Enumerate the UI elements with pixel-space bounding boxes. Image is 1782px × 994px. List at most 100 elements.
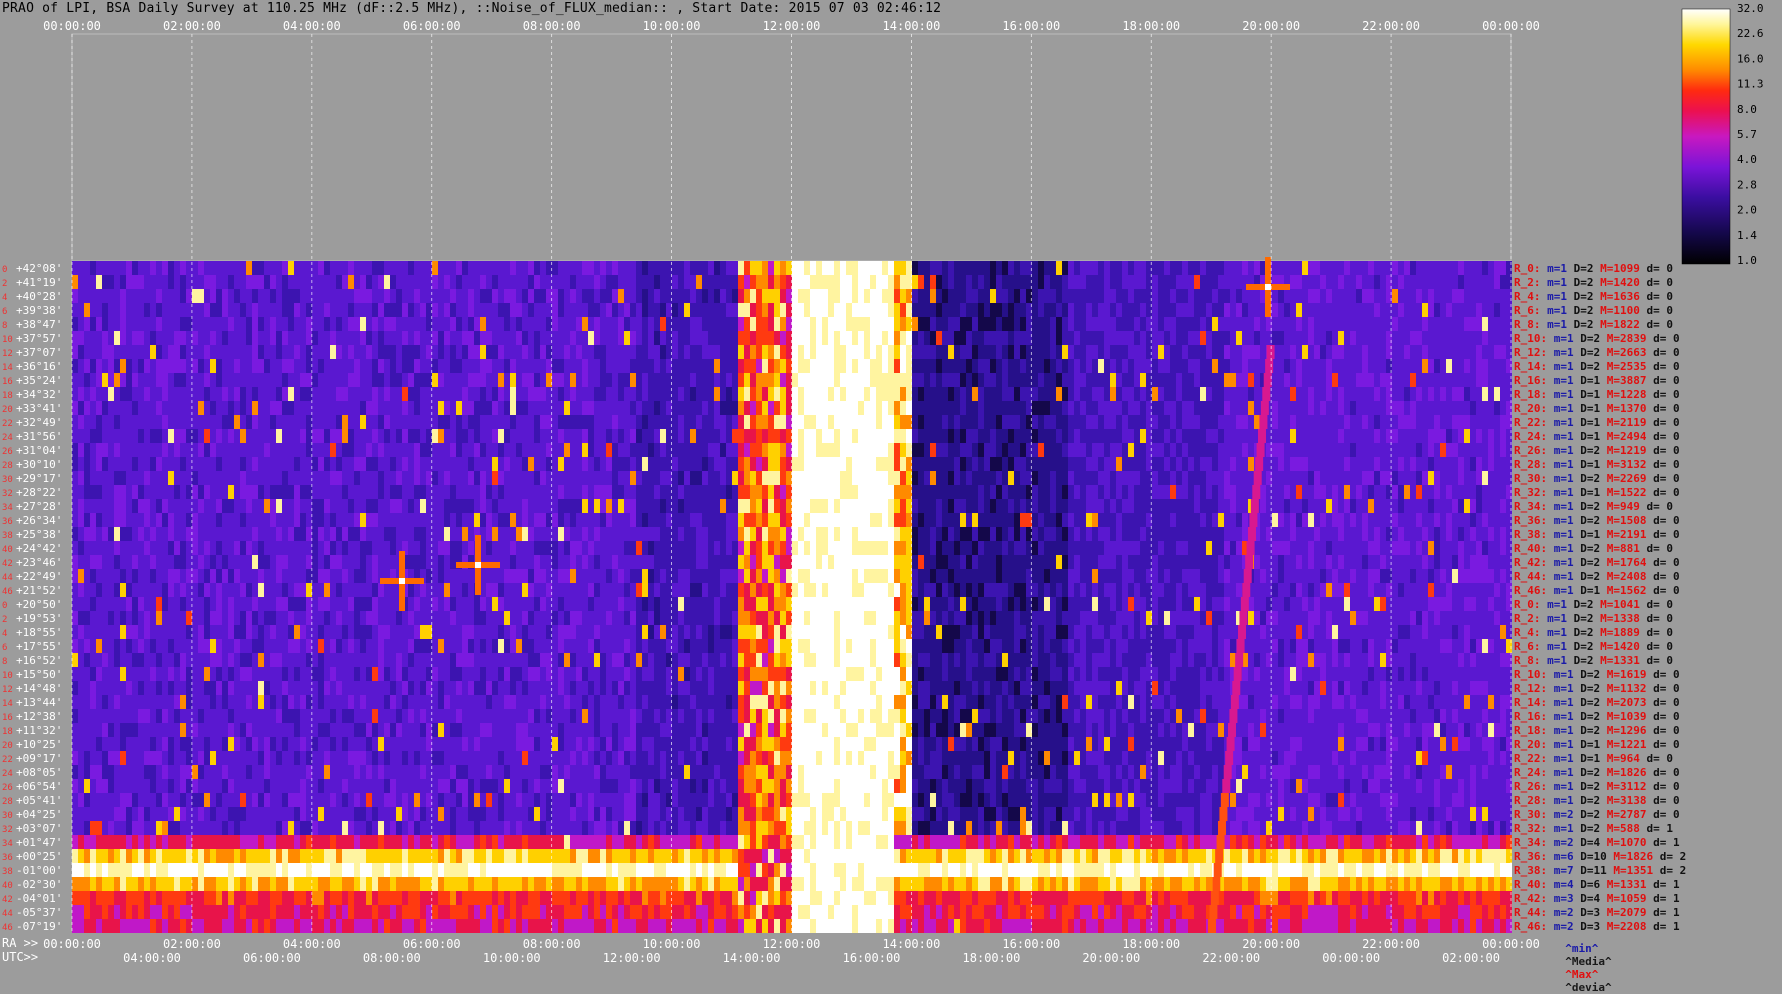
heat-cell <box>1422 513 1428 527</box>
heat-cell <box>858 359 864 373</box>
heat-cell <box>192 289 198 303</box>
heat-cell <box>882 401 888 415</box>
heat-cell <box>1014 485 1020 499</box>
heat-cell <box>1158 359 1164 373</box>
heat-cell <box>150 373 156 387</box>
heat-cell <box>1362 443 1368 457</box>
heat-cell <box>660 289 666 303</box>
heat-cell <box>1332 345 1338 359</box>
heat-cell <box>732 275 738 289</box>
heat-cell <box>618 303 624 317</box>
heat-cell <box>534 471 540 485</box>
heat-cell <box>330 471 336 485</box>
heat-cell <box>1302 513 1308 527</box>
heat-cell <box>1158 513 1164 527</box>
heat-cell <box>312 261 318 275</box>
heat-cell <box>522 373 528 387</box>
heat-cell <box>300 443 306 457</box>
heat-cell <box>1170 485 1176 499</box>
heat-cell <box>372 373 378 387</box>
heat-cell <box>852 485 858 499</box>
heat-cell <box>1440 373 1446 387</box>
heat-cell <box>1014 303 1020 317</box>
heat-cell <box>618 289 624 303</box>
heat-cell <box>84 289 90 303</box>
heat-cell <box>330 345 336 359</box>
heat-cell <box>600 471 606 485</box>
heat-cell <box>108 527 114 541</box>
heat-cell <box>732 261 738 275</box>
heat-cell <box>1272 401 1278 415</box>
heat-cell <box>636 345 642 359</box>
heat-cell <box>690 485 696 499</box>
heat-cell <box>882 485 888 499</box>
heat-cell <box>1320 345 1326 359</box>
heat-cell <box>504 331 510 345</box>
heat-cell <box>1092 289 1098 303</box>
heat-cell <box>702 275 708 289</box>
heat-cell <box>78 429 84 443</box>
heat-cell <box>648 401 654 415</box>
heat-cell <box>1068 387 1074 401</box>
heat-cell <box>1458 331 1464 345</box>
heat-cell <box>1068 541 1074 555</box>
heat-cell <box>72 513 78 527</box>
heat-cell <box>1110 387 1116 401</box>
heat-cell <box>1410 527 1416 541</box>
heat-cell <box>504 359 510 373</box>
heat-cell <box>870 359 876 373</box>
heat-cell <box>642 331 648 345</box>
heat-cell <box>102 317 108 331</box>
heat-cell <box>996 401 1002 415</box>
heat-cell <box>252 443 258 457</box>
heat-cell <box>204 359 210 373</box>
heat-cell <box>750 499 756 513</box>
heat-cell <box>222 359 228 373</box>
heat-cell <box>984 359 990 373</box>
heat-cell <box>90 387 96 401</box>
heat-cell <box>1470 485 1476 499</box>
heat-cell <box>672 275 678 289</box>
heat-cell <box>804 331 810 345</box>
heat-cell <box>1014 373 1020 387</box>
heat-cell <box>618 359 624 373</box>
heat-cell <box>1038 527 1044 541</box>
heat-cell <box>744 401 750 415</box>
heat-cell <box>1404 289 1410 303</box>
heat-cell <box>720 373 726 387</box>
heat-cell <box>150 387 156 401</box>
heat-cell <box>558 527 564 541</box>
heat-cell <box>582 415 588 429</box>
heat-cell <box>612 317 618 331</box>
heat-cell <box>816 485 822 499</box>
heat-cell <box>1332 331 1338 345</box>
heat-cell <box>1062 401 1068 415</box>
heat-cell <box>822 471 828 485</box>
heat-cell <box>438 359 444 373</box>
heat-cell <box>1248 373 1254 387</box>
heat-cell <box>210 303 216 317</box>
heat-cell <box>780 541 786 555</box>
heat-cell <box>840 289 846 303</box>
heat-cell <box>888 289 894 303</box>
heat-cell <box>1398 443 1404 457</box>
heat-cell <box>624 261 630 275</box>
heat-cell <box>138 499 144 513</box>
heat-cell <box>1350 499 1356 513</box>
heat-cell <box>168 331 174 345</box>
heat-cell <box>666 485 672 499</box>
heat-cell <box>360 541 366 555</box>
heat-cell <box>1032 275 1038 289</box>
heat-cell <box>1176 429 1182 443</box>
heat-cell <box>636 401 642 415</box>
heat-cell <box>624 527 630 541</box>
heat-cell <box>114 429 120 443</box>
heat-cell <box>1206 527 1212 541</box>
heat-cell <box>1212 275 1218 289</box>
heat-cell <box>1344 289 1350 303</box>
heat-cell <box>894 485 900 499</box>
heat-cell <box>192 429 198 443</box>
heat-cell <box>564 345 570 359</box>
heat-cell <box>72 317 78 331</box>
heat-cell <box>984 471 990 485</box>
